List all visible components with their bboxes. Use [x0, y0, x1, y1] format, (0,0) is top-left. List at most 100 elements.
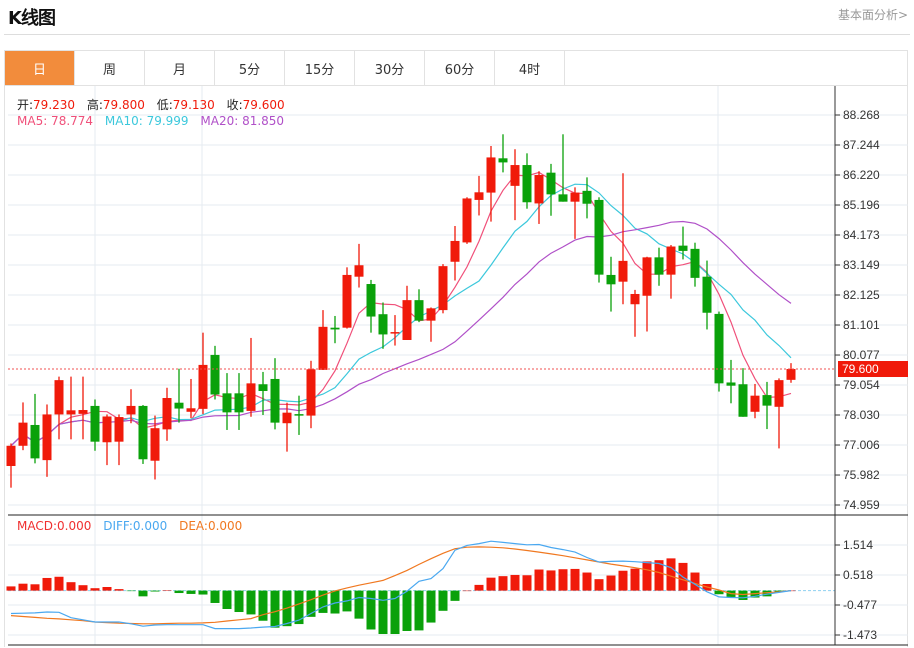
macd-bar: [246, 590, 256, 615]
current-price-label: 79.600: [842, 362, 879, 376]
candle-body: [474, 192, 484, 200]
candle: [378, 302, 388, 349]
candle-body: [66, 410, 76, 415]
candle-body: [450, 240, 460, 262]
candle: [582, 177, 592, 219]
candle: [162, 387, 172, 441]
macd-tick-label: 1.514: [843, 538, 873, 552]
candle: [330, 315, 340, 344]
candle: [462, 197, 472, 244]
macd-bar: [690, 572, 700, 591]
candle: [210, 345, 220, 400]
macd-bar: [642, 561, 652, 591]
candle: [246, 337, 256, 417]
candle: [534, 171, 544, 224]
candle-body: [618, 260, 628, 282]
candle-body: [762, 395, 772, 406]
y-tick-label: 88.268: [843, 108, 880, 122]
candle-body: [234, 393, 244, 413]
candle: [414, 289, 424, 323]
candle-body: [306, 369, 316, 416]
macd-bar: [426, 590, 436, 623]
y-tick-label: 82.125: [843, 288, 880, 302]
candle-body: [282, 412, 292, 424]
candle-body: [510, 165, 520, 186]
candle-body: [642, 257, 652, 296]
candle-body: [222, 393, 232, 413]
candle: [774, 378, 784, 449]
candle: [594, 197, 604, 283]
macd-bar: [210, 590, 220, 603]
candle-body: [702, 276, 712, 313]
ma20-value: MA20: 81.850: [200, 114, 285, 128]
candle-body: [42, 414, 52, 461]
macd-bar: [174, 590, 184, 594]
candle: [558, 134, 568, 202]
candle-body: [390, 332, 400, 334]
candle-body: [150, 428, 160, 461]
macd-bar: [42, 577, 52, 591]
macd-bar: [474, 584, 484, 591]
macd-bar: [150, 590, 160, 592]
candle-body: [750, 395, 760, 412]
candle: [642, 256, 652, 332]
candle-body: [786, 369, 796, 380]
macd-bar: [738, 590, 748, 600]
macd-bar: [114, 589, 124, 591]
macd-bar: [6, 586, 16, 591]
macd-bar: [54, 576, 64, 591]
candle: [342, 267, 352, 329]
candle: [450, 226, 460, 281]
candle: [198, 332, 208, 415]
candle-body: [774, 380, 784, 407]
macd-bar: [498, 576, 508, 591]
candle-body: [18, 422, 28, 446]
candle-body: [630, 293, 640, 305]
candle-body: [522, 165, 532, 203]
candle-body: [138, 405, 148, 460]
candle: [630, 289, 640, 337]
macd-bar: [66, 582, 76, 591]
candle: [762, 381, 772, 430]
candle: [522, 153, 532, 209]
y-tick-label: 75.982: [843, 468, 880, 482]
candle-body: [270, 378, 280, 423]
candle-body: [210, 354, 220, 395]
macd-bar: [618, 570, 628, 591]
candle-body: [258, 384, 268, 391]
macd-bar: [366, 590, 376, 630]
macd-tick-label: -0.477: [843, 598, 877, 612]
candle: [18, 402, 28, 451]
macd-bar: [90, 588, 100, 591]
candle: [786, 363, 796, 383]
candle-body: [318, 326, 328, 370]
macd-bar: [438, 590, 448, 611]
macd-tick-label: 0.518: [843, 568, 873, 582]
candle-body: [654, 257, 664, 275]
candle-body: [198, 364, 208, 409]
candle: [306, 360, 316, 429]
axes: 88.268 87.244 86.220 85.196 84.173 83.149 82.1…: [8, 86, 908, 646]
candle: [90, 399, 100, 451]
candle: [486, 146, 496, 222]
candle: [570, 187, 580, 239]
y-tick-label: 87.244: [843, 138, 880, 152]
candle-body: [426, 308, 436, 321]
macd-bar: [270, 590, 280, 628]
macd-bar: [630, 568, 640, 591]
candle: [222, 373, 232, 430]
macd-bar: [138, 590, 148, 597]
macd-bar: [666, 558, 676, 591]
high-value: 79.800: [102, 98, 145, 112]
candle: [234, 373, 244, 430]
candle-body: [342, 274, 352, 328]
candle: [354, 243, 364, 288]
candle: [402, 285, 412, 340]
candle-body: [162, 398, 172, 430]
macd-bar: [582, 572, 592, 591]
ma5-value: MA5: 78.774: [17, 114, 94, 128]
y-tick-label: 86.220: [843, 168, 880, 182]
macd-bar: [510, 574, 520, 591]
candle-body: [534, 175, 544, 204]
macd-bar: [198, 590, 208, 595]
